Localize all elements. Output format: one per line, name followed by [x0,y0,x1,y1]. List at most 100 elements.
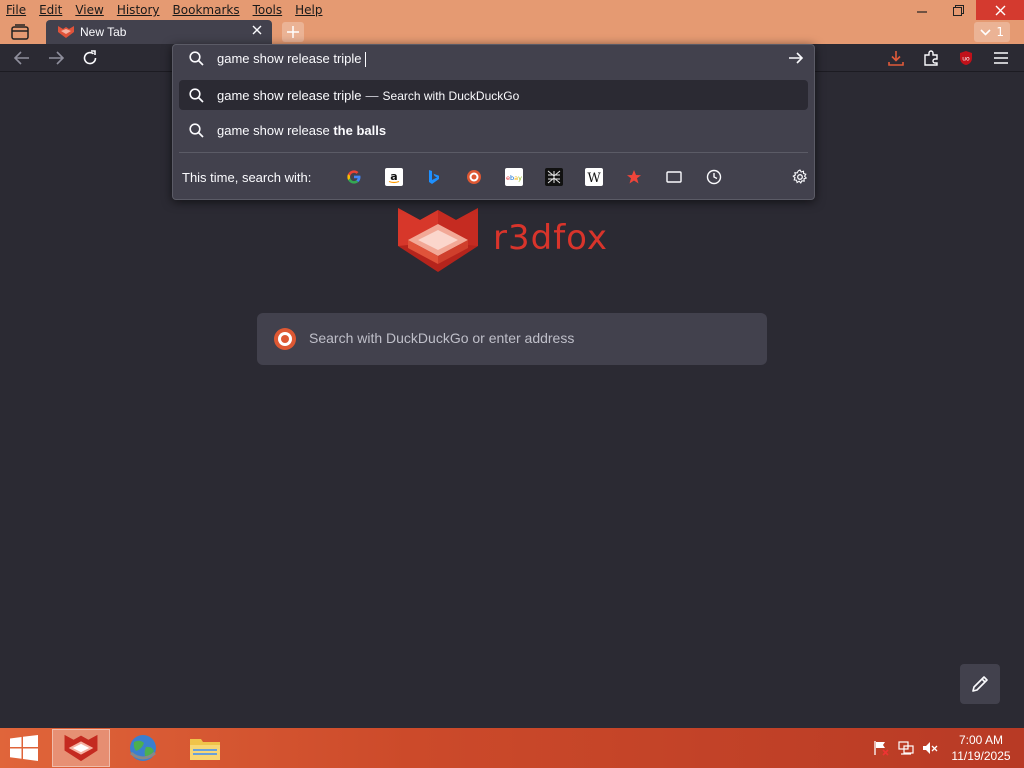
taskbar-app-file-explorer[interactable] [176,729,234,767]
wikipedia-icon: W [587,171,601,185]
tab-overview-button[interactable] [8,21,32,43]
search-settings-button[interactable] [791,168,809,186]
tab-title: New Tab [80,25,127,39]
menu-history[interactable]: History [117,3,160,17]
engine-duckduckgo-button[interactable] [465,168,483,186]
minimize-button[interactable] [904,0,940,20]
restore-icon [952,4,964,16]
brand-wordmark: r3dfox [493,218,609,258]
engine-wikipedia-button[interactable]: W [585,168,603,186]
taskbar-app-chromium[interactable] [114,729,172,767]
close-window-button[interactable] [976,0,1024,20]
history-search-button[interactable] [705,168,723,186]
speaker-muted-icon [923,742,938,754]
flag-error-icon [874,741,889,756]
content-search-box[interactable]: Search with DuckDuckGo or enter address [257,313,767,365]
bookmarks-search-button[interactable] [625,168,643,186]
reload-button[interactable] [80,48,100,68]
window-controls [904,0,1024,20]
engine-google-button[interactable] [345,168,363,186]
svg-text:ebay: ebay [506,174,522,182]
ublock-origin-icon: uo [960,51,972,65]
menu-tools[interactable]: Tools [253,3,283,17]
svg-text:a: a [390,170,397,183]
restore-button[interactable] [940,0,976,20]
r3dfox-app-icon [64,734,98,762]
menu-file[interactable]: File [6,3,26,17]
ebay-icon: ebay [506,174,522,182]
app-menu-button[interactable] [991,48,1011,68]
duckduckgo-icon [274,328,296,350]
chevron-down-icon [980,28,991,36]
network-tray[interactable] [898,740,914,756]
tab-icon [666,171,682,183]
suggestion-separator: — [365,87,379,103]
clock-time: 7:00 AM [958,733,1004,747]
action-center-tray[interactable] [873,740,889,756]
one-off-label: This time, search with: [182,170,312,185]
tabs-overview-icon [11,24,29,40]
google-icon [347,170,361,184]
engine-bing-button[interactable] [425,168,443,186]
network-icon [898,741,914,755]
engine-amazon-button[interactable]: a [385,168,403,186]
hamburger-menu-icon [994,52,1008,64]
content-search-placeholder: Search with DuckDuckGo or enter address [309,330,575,346]
chromium-globe-icon [130,735,156,761]
system-clock[interactable]: 7:00 AM 11/19/2025 [945,732,1017,764]
back-button[interactable] [12,48,32,68]
suggestion-action: Search with DuckDuckGo [382,88,520,103]
tab-list-button[interactable]: 1 [974,22,1010,42]
close-icon [252,25,262,35]
star-icon [627,170,641,184]
tab-count: 1 [996,25,1004,39]
menu-help[interactable]: Help [295,3,322,17]
ublock-button[interactable]: uo [956,48,976,68]
suggestion-row[interactable]: game show release the balls [179,115,808,145]
volume-tray[interactable] [922,740,938,756]
suggestion-bold: the balls [333,122,387,138]
download-icon [888,51,904,66]
downloads-button[interactable] [886,48,906,68]
tab-new-tab[interactable]: New Tab [46,20,272,44]
engine-perplexity-button[interactable] [545,168,563,186]
engine-ebay-button[interactable]: ebay [505,168,523,186]
search-icon [189,123,204,138]
suggestion-row[interactable]: game show release triple — Search with Duc… [179,80,808,110]
menu-bookmarks[interactable]: Bookmarks [173,3,240,17]
suggestion-text: game show release triple — Search with Duc… [217,88,519,103]
bing-icon [429,170,439,184]
puzzle-icon [924,50,938,66]
customize-button[interactable] [960,664,1000,704]
title-bar: File Edit View History Bookmarks Tools H… [0,0,1024,44]
urlbar-input[interactable]: game show release triple [217,51,366,68]
suggestion-prefix: game show release triple [217,87,362,103]
forward-arrow-icon [49,51,64,65]
svg-text:uo: uo [962,56,970,63]
one-off-search-row: This time, search with: a ebay W [179,152,808,200]
start-button[interactable] [0,728,48,768]
urlbar-input-row[interactable]: game show release triple [173,45,814,73]
r3dfox-logo [398,208,478,272]
clock-date: 11/19/2025 [951,749,1011,763]
reload-icon [83,50,97,65]
r3dfox-favicon-icon [58,26,74,38]
menu-edit[interactable]: Edit [39,3,62,17]
new-tab-button[interactable] [282,22,304,42]
suggestion-prefix: game show release [217,122,334,138]
extensions-button[interactable] [921,48,941,68]
taskbar-app-r3dfox[interactable] [52,729,110,767]
text-caret [364,52,366,68]
clock-icon [706,169,722,185]
pencil-icon [972,676,988,692]
forward-button[interactable] [46,48,66,68]
urlbar-dropdown: game show release triple game show relea… [172,44,815,200]
svg-text:W: W [587,171,601,185]
urlbar-input-text: game show release triple [217,51,362,66]
go-arrow-icon[interactable] [788,50,804,66]
menu-view[interactable]: View [75,3,103,17]
tabs-search-button[interactable] [665,168,683,186]
suggestion-text: game show release the balls [217,123,386,138]
tab-close-button[interactable] [252,23,262,39]
minimize-icon [917,11,927,13]
